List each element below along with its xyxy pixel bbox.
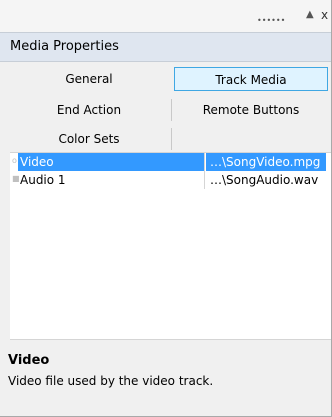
row-bullet-icon: o	[12, 156, 17, 165]
tab-track-media[interactable]: Track Media	[174, 67, 328, 91]
panel-title: Media Properties	[10, 39, 119, 54]
close-icon[interactable]: x	[321, 8, 328, 22]
list-item[interactable]: ■ Audio 1 …\SongAudio.wav	[10, 171, 331, 189]
media-properties-panel: •••••• ▲ x Media Properties General Trac…	[0, 0, 332, 417]
track-name: Audio 1	[20, 173, 66, 187]
media-track-list: o Video …\SongVideo.mpg ■ Audio 1 …\Song…	[10, 152, 331, 340]
tab-end-action[interactable]: End Action	[12, 98, 166, 122]
tab-remote-buttons[interactable]: Remote Buttons	[174, 98, 328, 122]
tab-separator	[171, 99, 172, 121]
description-text: Video file used by the video track.	[8, 374, 214, 388]
track-name: Video	[20, 155, 54, 169]
panel-header: Media Properties	[0, 32, 331, 62]
track-path[interactable]: …\SongVideo.mpg	[210, 155, 320, 169]
panel-titlebar: •••••• ▲ x	[0, 0, 331, 32]
pin-icon[interactable]: ▲	[306, 9, 314, 20]
list-item[interactable]: o Video …\SongVideo.mpg	[10, 153, 331, 171]
grip-dots-icon[interactable]: ••••••	[257, 16, 285, 25]
track-path[interactable]: …\SongAudio.wav	[210, 173, 318, 187]
row-bullet-icon: ■	[12, 174, 20, 183]
tab-general[interactable]: General	[12, 67, 166, 91]
tab-color-sets[interactable]: Color Sets	[12, 127, 166, 151]
description-title: Video	[8, 353, 50, 368]
tab-separator	[171, 128, 172, 150]
